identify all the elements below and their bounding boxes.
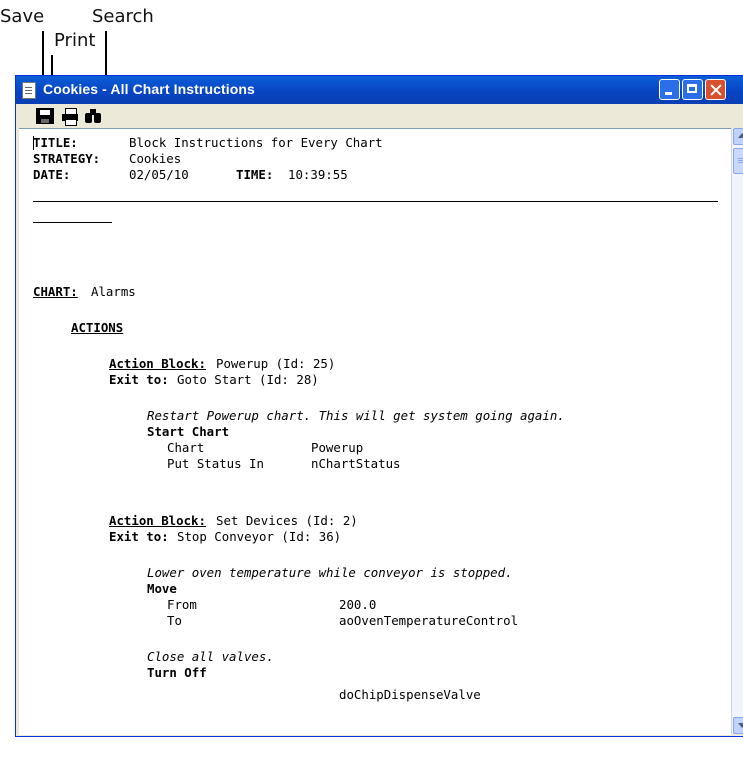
param-value: Powerup <box>311 440 364 455</box>
comment-line: Lower oven temperature while conveyor is… <box>147 565 513 580</box>
callout-print-label: Print <box>54 30 96 51</box>
scroll-down-button[interactable] <box>733 717 743 734</box>
param-value: aoOvenTemperatureControl <box>339 613 519 628</box>
scrollbar-thumb[interactable] <box>733 148 743 174</box>
title-label: TITLE: <box>33 135 78 150</box>
title-value: Block Instructions for Every Chart <box>129 135 383 150</box>
chart-name: Alarms <box>91 284 136 299</box>
print-icon[interactable] <box>61 108 79 126</box>
time-value: 10:39:55 <box>288 167 348 182</box>
scroll-up-button[interactable] <box>733 128 743 145</box>
time-label: TIME: <box>236 167 274 182</box>
strategy-label: STRATEGY: <box>33 151 101 166</box>
document-pane[interactable]: TITLE: Block Instructions for Every Char… <box>19 128 731 735</box>
exit-to-label: Exit to: <box>109 372 169 387</box>
param-name: Chart <box>167 440 205 455</box>
param-value: nChartStatus <box>311 456 401 471</box>
param-value: doChipDispenseValve <box>339 687 481 702</box>
action-block-label: Action Block: <box>109 513 206 528</box>
actions-heading: ACTIONS <box>71 320 124 335</box>
short-divider <box>33 222 112 223</box>
param-name: To <box>167 613 182 628</box>
date-value: 02/05/10 <box>129 167 189 182</box>
maximize-button[interactable] <box>682 79 703 100</box>
document-icon <box>22 82 36 99</box>
exit-to-value: Stop Conveyor (Id: 36) <box>177 529 342 544</box>
vertical-scrollbar[interactable] <box>731 128 743 734</box>
instruction-name: Start Chart <box>147 424 230 439</box>
title-bar[interactable]: Cookies - All Chart Instructions <box>16 76 743 104</box>
instruction-name: Move <box>147 581 177 596</box>
chart-label: CHART: <box>33 284 78 299</box>
comment-line: Restart Powerup chart. This will get sys… <box>147 408 565 423</box>
action-block-value: Powerup (Id: 25) <box>216 356 336 371</box>
param-name: Put Status In <box>167 456 264 471</box>
param-value: 200.0 <box>339 597 377 612</box>
search-icon[interactable] <box>84 108 102 124</box>
callout-save-label: Save <box>0 6 45 27</box>
scroll-up-arrow-icon <box>738 133 743 138</box>
window-title: Cookies - All Chart Instructions <box>43 81 255 97</box>
toolbar <box>16 104 743 128</box>
minimize-button[interactable] <box>659 79 680 100</box>
exit-to-label: Exit to: <box>109 529 169 544</box>
header-divider <box>33 201 718 202</box>
date-label: DATE: <box>33 167 71 182</box>
close-button[interactable] <box>705 79 726 100</box>
exit-to-value: Goto Start (Id: 28) <box>177 372 319 387</box>
action-block-value: Set Devices (Id: 2) <box>216 513 358 528</box>
action-block-label: Action Block: <box>109 356 206 371</box>
param-name: From <box>167 597 197 612</box>
strategy-value: Cookies <box>129 151 182 166</box>
callout-search-label: Search <box>92 6 154 27</box>
comment-line: Close all valves. <box>147 649 274 664</box>
save-icon[interactable] <box>36 108 54 124</box>
report-window: Cookies - All Chart Instructions TITLE: … <box>15 75 743 737</box>
instruction-name: Turn Off <box>147 665 207 680</box>
scroll-down-arrow-icon <box>738 723 743 728</box>
